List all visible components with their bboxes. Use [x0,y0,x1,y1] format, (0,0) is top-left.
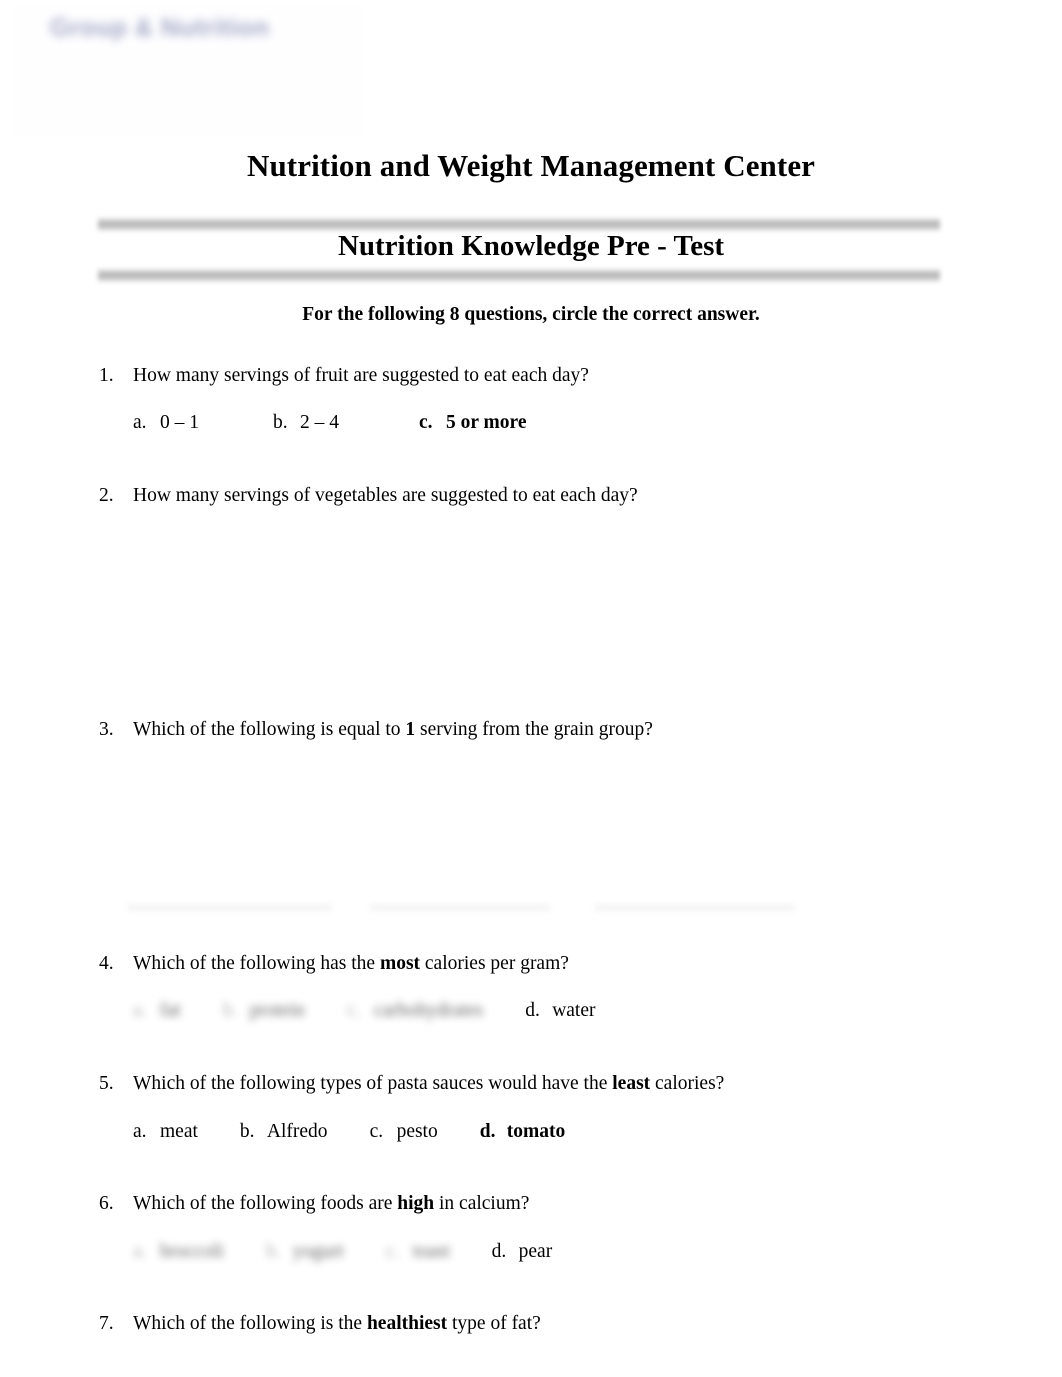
answer-option-b[interactable]: b. Alfredo [240,1121,328,1143]
answer-options-q5: a. meat b. Alfredo c. pesto d. tomato [133,1121,565,1143]
question-text: Which of the following types of pasta sa… [133,1073,725,1094]
option-letter: c. [419,412,433,433]
answer-option-c[interactable]: c. toast [386,1241,450,1263]
question-text: How many servings of fruit are suggested… [133,365,589,386]
page-title: Nutrition and Weight Management Center [246,148,816,183]
organization-logo-text: Group & Nutrition [50,14,270,42]
question-text: Which of the following has the most calo… [133,953,569,974]
answer-options-q1: a. 0 – 1 b. 2 – 4 c. 5 or more [133,412,527,434]
redacted-answer-row-1 [127,900,797,916]
answer-option-b[interactable]: b. 2 – 4 [273,412,339,434]
banner: Nutrition Knowledge Pre - Test [0,210,1062,292]
option-letter: c. [385,1241,400,1262]
question-emphasis: healthiest [366,1313,448,1334]
option-label: Alfredo [266,1121,328,1142]
option-letter: d. [525,1000,540,1021]
option-label: 2 – 4 [300,412,339,433]
option-label: 0 – 1 [160,412,199,433]
answer-option-a[interactable]: a. fat [133,1000,181,1022]
option-letter: c. [346,1000,361,1021]
question-emphasis: 1 [405,719,416,740]
question-number: 5. [99,1073,114,1094]
option-letter: d. [479,1121,496,1142]
question-number: 3. [99,719,114,740]
question-7: 7. Which of the following is the healthie… [99,1312,979,1336]
answer-option-a[interactable]: a. broccoli [133,1241,224,1263]
option-letter: b. [273,412,288,433]
option-letter: b. [265,1241,281,1262]
option-letter: a. [133,1121,147,1142]
question-5: 5. Which of the following types of pasta … [99,1072,979,1096]
answer-option-a[interactable]: a. meat [133,1121,198,1143]
answer-option-b[interactable]: b. yogurt [266,1241,344,1263]
answer-option-c[interactable]: c. carbohydrates [347,1000,483,1022]
question-number: 7. [99,1313,114,1334]
option-label: meat [160,1121,198,1142]
question-number: 2. [99,485,114,506]
answer-option-b[interactable]: b. protein [223,1000,305,1022]
option-letter: b. [239,1121,255,1142]
option-letter: a. [133,1000,147,1021]
question-number: 1. [99,365,114,386]
question-6: 6. Which of the following foods are high … [99,1192,979,1216]
option-label: 5 or more [446,412,527,433]
option-label: broccoli [160,1241,224,1262]
header-logo-block: Group & Nutrition [0,0,372,140]
banner-bar-bottom [98,269,940,282]
question-2: 2. How many servings of vegetables are su… [99,484,979,508]
option-label: tomato [506,1121,566,1142]
option-label: pesto [396,1121,438,1142]
question-number: 4. [99,953,114,974]
option-label: pear [518,1241,553,1262]
question-1: 1. How many servings of fruit are suggest… [99,364,979,388]
question-number: 6. [99,1193,114,1214]
option-letter: d. [491,1241,507,1262]
question-emphasis: high [397,1193,435,1214]
question-text: How many servings of vegetables are sugg… [133,485,638,506]
answer-option-d[interactable]: d. water [525,1000,595,1022]
answer-options-q4: a. fat b. protein c. carbohydrates d. water [133,1000,596,1022]
option-label: carbohydrates [373,1000,484,1021]
answer-option-c[interactable]: c. pesto [370,1121,438,1143]
option-label: toast [412,1241,450,1262]
option-label: water [552,1000,596,1021]
option-label: yogurt [292,1241,344,1262]
option-letter: b. [222,1000,238,1021]
question-text: Which of the following is the healthiest… [133,1313,541,1334]
answer-option-d[interactable]: d. tomato [480,1121,565,1143]
answer-options-q6: a. broccoli b. yogurt c. toast d. pear [133,1241,552,1263]
question-3: 3. Which of the following is equal to 1 s… [99,718,979,742]
option-label: fat [160,1000,181,1021]
redacted-smudge-1 [127,904,332,911]
redacted-smudge-2 [370,904,550,911]
option-letter: c. [369,1121,384,1142]
question-emphasis: most [379,953,421,974]
option-letter: a. [133,1241,147,1262]
instructions-line: For the following 8 questions, circle th… [302,304,760,325]
option-letter: a. [133,412,147,433]
question-text: Which of the following is equal to 1 ser… [133,719,653,740]
answer-option-c[interactable]: c. 5 or more [419,412,527,434]
answer-option-a[interactable]: a. 0 – 1 [133,412,199,434]
question-emphasis: least [612,1073,651,1094]
redacted-smudge-3 [595,904,795,911]
question-text: Which of the following foods are high in… [133,1193,530,1214]
banner-title: Nutrition Knowledge Pre - Test [337,230,725,262]
answer-option-d[interactable]: d. pear [492,1241,553,1263]
option-label: protein [249,1000,305,1021]
question-4: 4. Which of the following has the most ca… [99,952,979,976]
